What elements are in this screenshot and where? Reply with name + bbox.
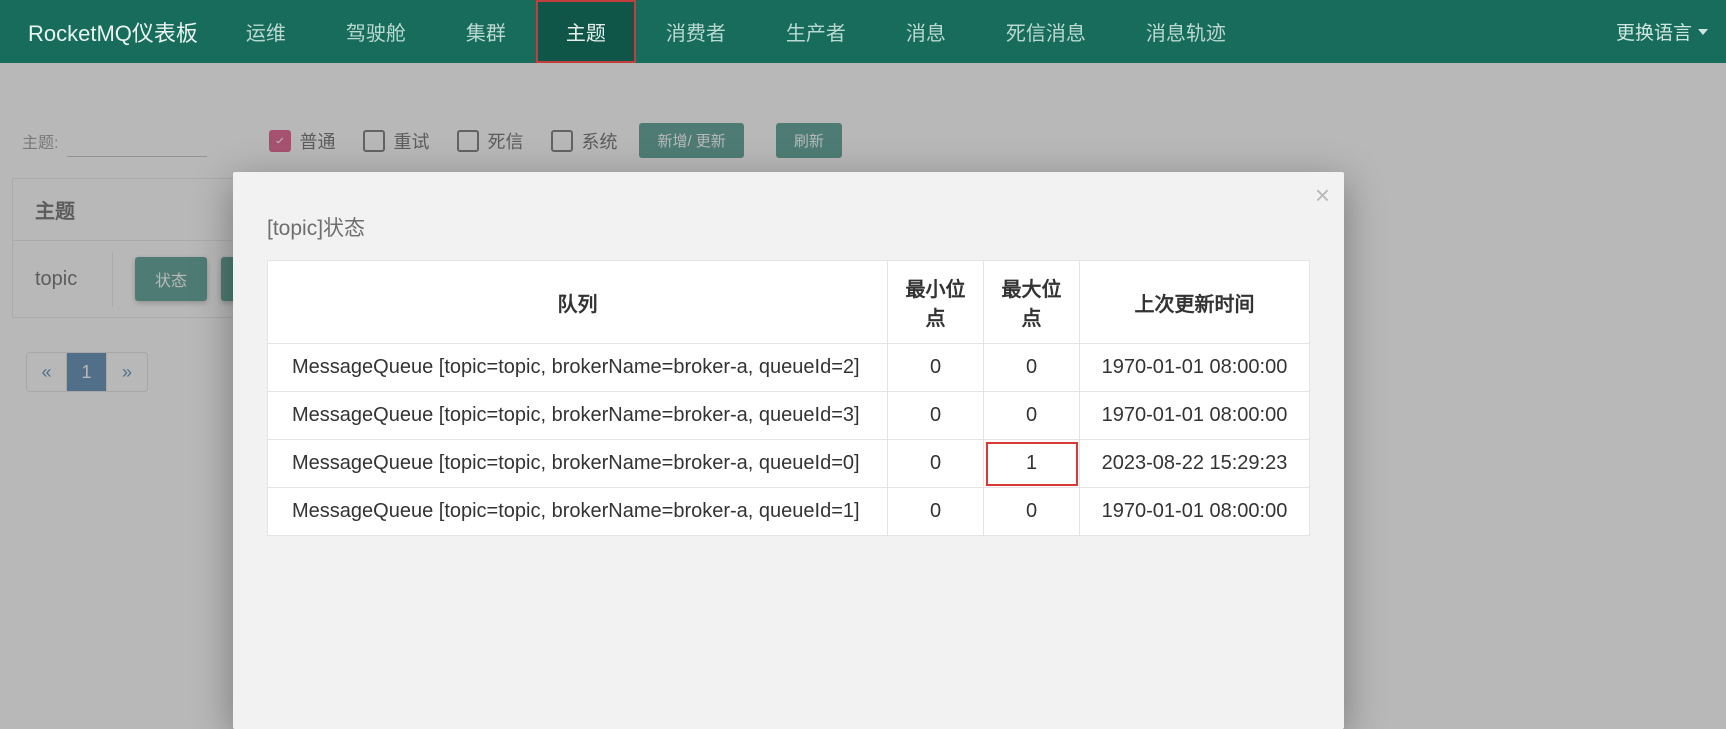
modal-title: [topic]状态 bbox=[233, 172, 1344, 260]
min-offset-cell: 0 bbox=[888, 440, 984, 488]
nav-item-4[interactable]: 消费者 bbox=[636, 0, 756, 63]
last-update-cell: 2023-08-22 15:29:23 bbox=[1080, 440, 1310, 488]
change-language-label: 更换语言 bbox=[1616, 18, 1692, 45]
max-offset-cell: 0 bbox=[984, 344, 1080, 392]
nav-items: 运维驾驶舱集群主题消费者生产者消息死信消息消息轨迹 bbox=[216, 0, 1256, 63]
queue-cell: MessageQueue [topic=topic, brokerName=br… bbox=[268, 440, 888, 488]
close-icon[interactable]: × bbox=[1315, 182, 1330, 208]
nav-item-6[interactable]: 消息 bbox=[876, 0, 976, 63]
nav-item-8[interactable]: 消息轨迹 bbox=[1116, 0, 1256, 63]
nav-item-7[interactable]: 死信消息 bbox=[976, 0, 1116, 63]
top-navbar: RocketMQ仪表板 运维驾驶舱集群主题消费者生产者消息死信消息消息轨迹 更换… bbox=[0, 0, 1726, 63]
queue-cell: MessageQueue [topic=topic, brokerName=br… bbox=[268, 488, 888, 536]
table-row: MessageQueue [topic=topic, brokerName=br… bbox=[268, 488, 1310, 536]
min-offset-cell: 0 bbox=[888, 392, 984, 440]
queue-cell: MessageQueue [topic=topic, brokerName=br… bbox=[268, 344, 888, 392]
last-update-cell: 1970-01-01 08:00:00 bbox=[1080, 488, 1310, 536]
last-update-cell: 1970-01-01 08:00:00 bbox=[1080, 392, 1310, 440]
nav-item-2[interactable]: 集群 bbox=[436, 0, 536, 63]
max-offset-cell: 1 bbox=[984, 440, 1080, 488]
nav-item-0[interactable]: 运维 bbox=[216, 0, 316, 63]
queue-cell: MessageQueue [topic=topic, brokerName=br… bbox=[268, 392, 888, 440]
max-offset-cell: 0 bbox=[984, 392, 1080, 440]
nav-item-1[interactable]: 驾驶舱 bbox=[316, 0, 436, 63]
queue-status-table: 队列最小位点最大位点上次更新时间 MessageQueue [topic=top… bbox=[267, 260, 1310, 536]
last-update-cell: 1970-01-01 08:00:00 bbox=[1080, 344, 1310, 392]
table-row: MessageQueue [topic=topic, brokerName=br… bbox=[268, 392, 1310, 440]
brand-logo[interactable]: RocketMQ仪表板 bbox=[10, 16, 216, 48]
modal-col-header-1: 最小位点 bbox=[888, 261, 984, 344]
chevron-down-icon bbox=[1698, 29, 1708, 35]
nav-item-5[interactable]: 生产者 bbox=[756, 0, 876, 63]
change-language[interactable]: 更换语言 bbox=[1616, 0, 1708, 63]
table-row: MessageQueue [topic=topic, brokerName=br… bbox=[268, 440, 1310, 488]
max-offset-cell: 0 bbox=[984, 488, 1080, 536]
min-offset-cell: 0 bbox=[888, 488, 984, 536]
modal-col-header-0: 队列 bbox=[268, 261, 888, 344]
table-row: MessageQueue [topic=topic, brokerName=br… bbox=[268, 344, 1310, 392]
nav-item-3[interactable]: 主题 bbox=[536, 0, 636, 63]
modal-col-header-2: 最大位点 bbox=[984, 261, 1080, 344]
min-offset-cell: 0 bbox=[888, 344, 984, 392]
modal-col-header-3: 上次更新时间 bbox=[1080, 261, 1310, 344]
topic-status-modal: × [topic]状态 队列最小位点最大位点上次更新时间 MessageQueu… bbox=[233, 172, 1344, 729]
